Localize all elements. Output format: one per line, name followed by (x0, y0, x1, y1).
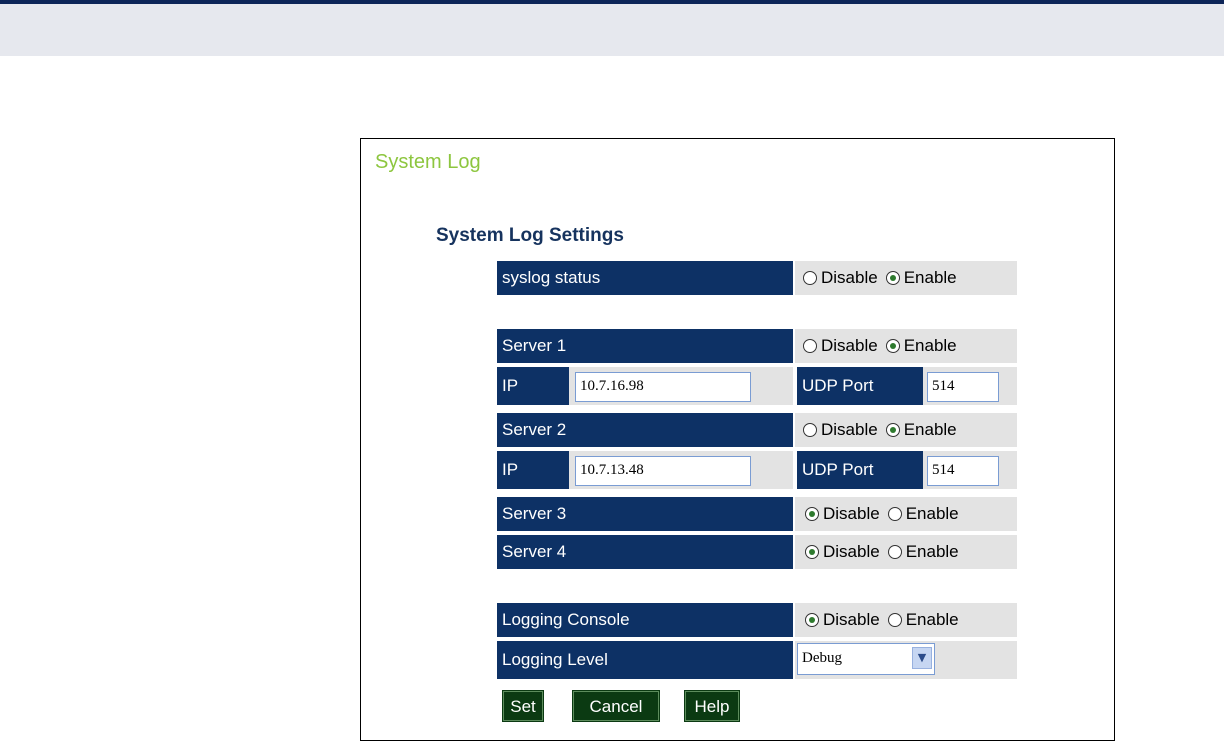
server-4-disable-option[interactable]: Disable (805, 542, 880, 562)
logging-console-enable-label: Enable (905, 610, 959, 629)
server-3-enable-label: Enable (905, 504, 959, 523)
server-2-enable-option[interactable]: Enable (885, 420, 957, 440)
logging-console-disable-option[interactable]: Disable (805, 610, 880, 630)
logging-console-enable-option[interactable]: Enable (887, 610, 959, 630)
server-1-label: Server 1 (497, 329, 793, 363)
syslog-status-disable-label: Disable (821, 268, 878, 287)
server-1-disable-option[interactable]: Disable (803, 336, 878, 356)
server-2-radio-group: Disable Enable (803, 413, 965, 447)
server-1-ip-label: IP (497, 367, 569, 405)
server-4-enable-label: Enable (905, 542, 959, 561)
radio-unchecked-icon[interactable] (803, 339, 817, 353)
server-4-enable-option[interactable]: Enable (887, 542, 959, 562)
logging-level-value: Debug (802, 650, 842, 666)
radio-checked-icon[interactable] (885, 271, 900, 285)
radio-unchecked-icon[interactable] (887, 613, 902, 627)
logging-console-radio-group: Disable Enable (805, 603, 967, 637)
server-2-ip-input[interactable]: 10.7.13.48 (575, 456, 751, 486)
syslog-status-label: syslog status (497, 261, 793, 295)
server-4-radio-group: Disable Enable (805, 535, 967, 569)
radio-unchecked-icon[interactable] (887, 507, 902, 521)
radio-checked-icon[interactable] (885, 339, 900, 353)
radio-checked-icon[interactable] (805, 507, 819, 521)
server-1-enable-option[interactable]: Enable (885, 336, 957, 356)
server-1-udp-port-input[interactable]: 514 (927, 372, 999, 402)
server-1-enable-label: Enable (903, 336, 957, 355)
syslog-status-enable-label: Enable (903, 268, 957, 287)
server-3-disable-label: Disable (823, 504, 880, 523)
radio-unchecked-icon[interactable] (803, 423, 817, 437)
section-title: System Log Settings (436, 225, 624, 246)
server-2-label: Server 2 (497, 413, 793, 447)
syslog-status-disable-option[interactable]: Disable (803, 268, 878, 288)
server-3-disable-option[interactable]: Disable (805, 504, 880, 524)
radio-checked-icon[interactable] (805, 545, 819, 559)
server-2-udp-port-input[interactable]: 514 (927, 456, 999, 486)
logging-level-select[interactable]: Debug ▼ (797, 643, 935, 675)
server-4-disable-label: Disable (823, 542, 880, 561)
syslog-status-enable-option[interactable]: Enable (885, 268, 957, 288)
chevron-down-icon[interactable]: ▼ (912, 647, 932, 669)
radio-unchecked-icon[interactable] (887, 545, 902, 559)
server-3-label: Server 3 (497, 497, 793, 531)
cancel-button[interactable]: Cancel (572, 690, 660, 722)
server-1-radio-group: Disable Enable (803, 329, 965, 363)
server-1-ip-input[interactable]: 10.7.16.98 (575, 372, 751, 402)
page-title: System Log (375, 151, 481, 173)
syslog-status-radio-group: Disable Enable (803, 261, 965, 295)
server-2-disable-label: Disable (821, 420, 878, 439)
radio-checked-icon[interactable] (805, 613, 819, 627)
server-2-udp-port-label: UDP Port (797, 451, 923, 489)
server-2-ip-label: IP (497, 451, 569, 489)
set-button[interactable]: Set (502, 690, 544, 722)
server-3-radio-group: Disable Enable (805, 497, 967, 531)
server-2-enable-label: Enable (903, 420, 957, 439)
server-1-disable-label: Disable (821, 336, 878, 355)
system-log-panel: System Log System Log Settings syslog st… (360, 138, 1115, 741)
radio-checked-icon[interactable] (885, 423, 900, 437)
server-1-udp-port-label: UDP Port (797, 367, 923, 405)
radio-unchecked-icon[interactable] (803, 271, 817, 285)
server-2-disable-option[interactable]: Disable (803, 420, 878, 440)
logging-console-label: Logging Console (497, 603, 793, 637)
server-3-enable-option[interactable]: Enable (887, 504, 959, 524)
logging-console-disable-label: Disable (823, 610, 880, 629)
help-button[interactable]: Help (684, 690, 740, 722)
logging-level-label: Logging Level (497, 641, 793, 679)
top-banner (0, 0, 1224, 56)
server-4-label: Server 4 (497, 535, 793, 569)
